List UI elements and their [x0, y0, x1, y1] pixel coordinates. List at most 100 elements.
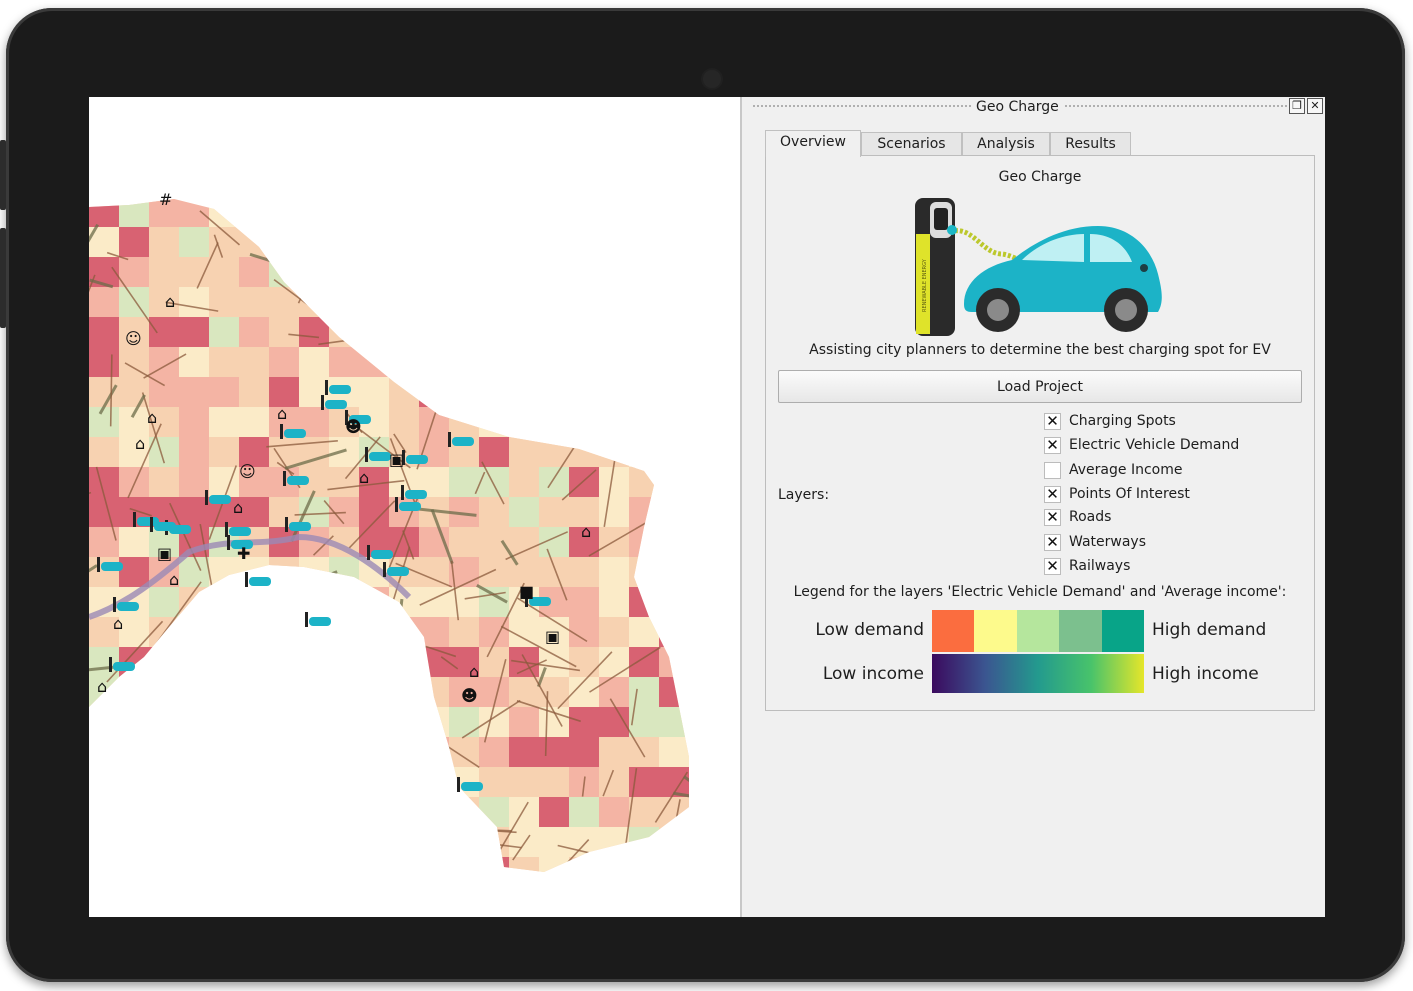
poi-icon[interactable]: ⌂: [233, 498, 243, 517]
demand-cell: [509, 257, 539, 287]
poi-icon[interactable]: ⌂: [277, 404, 287, 423]
demand-cell: [509, 617, 539, 647]
poi-icon[interactable]: ⌂: [469, 662, 479, 681]
road: [531, 199, 536, 221]
demand-cell: [449, 707, 479, 737]
tab-analysis[interactable]: Analysis: [962, 132, 1050, 156]
demand-cell: [479, 227, 509, 257]
poi-icon[interactable]: ▣: [157, 544, 172, 563]
poi-icon[interactable]: ☺: [239, 462, 256, 481]
demand-cell: [119, 827, 149, 857]
layer-toggle-roads[interactable]: ✕ Roads: [1044, 507, 1111, 527]
poi-icon[interactable]: ⌂: [359, 468, 369, 487]
load-project-button[interactable]: Load Project: [778, 370, 1302, 403]
road: [532, 337, 547, 366]
poi-icon[interactable]: ⌂: [97, 677, 107, 696]
layer-checkbox[interactable]: ✕: [1044, 412, 1061, 430]
road: [261, 849, 300, 872]
poi-icon[interactable]: ⌂: [113, 614, 123, 633]
demand-cell: [359, 377, 389, 407]
tab-scenarios[interactable]: Scenarios: [861, 132, 962, 156]
undock-icon[interactable]: ❐: [1289, 98, 1305, 114]
demand-cell: [239, 677, 269, 707]
city-map[interactable]: #⌂☺⌂ ⌂☻⌂☺ ⌂▣⌂▣⌂✚⌂■▣⌂☻⌂⌂: [89, 97, 740, 917]
charging-spot-icon[interactable]: [245, 572, 271, 587]
demand-cell: [629, 737, 659, 767]
demand-cell: [659, 257, 689, 287]
demand-cell: [629, 587, 659, 617]
demand-cell: [389, 257, 419, 287]
demand-cell: [389, 707, 419, 737]
layer-toggle-railways[interactable]: ✕ Railways: [1044, 556, 1130, 576]
titlebar-grip: [1064, 104, 1288, 108]
demand-cell: [209, 587, 239, 617]
layer-toggle-points-of-interest[interactable]: ✕ Points Of Interest: [1044, 484, 1190, 504]
close-icon[interactable]: ✕: [1307, 98, 1323, 114]
map-canvas[interactable]: # ⌂ ☺ ⌂ ⌂ ☻ ⌂ ☺ ⌂ ▣ ⌂ ▣ ⌂ ✚ ⌂ ■ ▣ ⌂ ☻ ⌂ ⌂: [89, 97, 740, 917]
layer-checkbox[interactable]: ✕: [1044, 508, 1061, 526]
poi-icon[interactable]: ☺: [125, 329, 142, 348]
demand-cell: [629, 227, 659, 257]
demand-cell: [449, 797, 479, 827]
demand-cell: [89, 557, 119, 587]
poi-icon[interactable]: ☻: [345, 417, 362, 436]
demand-cell: [509, 377, 539, 407]
demand-cell: [569, 737, 599, 767]
layer-checkbox[interactable]: ✕: [1044, 533, 1061, 551]
demand-cell: [689, 437, 719, 467]
layer-checkbox[interactable]: [1044, 461, 1061, 479]
tab-overview[interactable]: Overview: [765, 130, 861, 157]
layers-label: Layers:: [778, 487, 830, 503]
layer-toggle-average-income[interactable]: Average Income: [1044, 460, 1182, 480]
road: [407, 282, 474, 303]
demand-cell: [239, 199, 269, 227]
demand-cell: [629, 527, 659, 557]
demand-cell: [359, 797, 389, 827]
demand-cell: [359, 707, 389, 737]
demand-cell: [89, 797, 119, 827]
poi-icon[interactable]: ⌂: [135, 434, 145, 453]
demand-cell: [389, 617, 419, 647]
layer-checkbox[interactable]: ✕: [1044, 436, 1061, 454]
charging-plug: [947, 225, 957, 235]
panel-titlebar[interactable]: Geo Charge ❐ ✕: [742, 97, 1325, 119]
demand-cell: [419, 857, 449, 872]
demand-cell: [359, 767, 389, 797]
layer-label: Electric Vehicle Demand: [1069, 437, 1240, 453]
demand-cell: [119, 677, 149, 707]
poi-icon[interactable]: ▣: [545, 627, 560, 646]
poi-icon[interactable]: #: [159, 190, 172, 209]
tab-results[interactable]: Results: [1050, 132, 1131, 156]
poi-icon[interactable]: ⌂: [147, 408, 157, 427]
road: [588, 232, 601, 292]
poi-icon[interactable]: ⌂: [165, 292, 175, 311]
poi-icon[interactable]: ⌂: [581, 522, 591, 541]
road: [536, 221, 608, 263]
demand-cell: [509, 797, 539, 827]
demand-cell: [419, 767, 449, 797]
layer-toggle-waterways[interactable]: ✕ Waterways: [1044, 532, 1146, 552]
demand-cell: [479, 437, 509, 467]
layer-toggle-charging-spots[interactable]: ✕ Charging Spots: [1044, 411, 1176, 431]
demand-cell: [149, 677, 179, 707]
poi-icon[interactable]: ▣: [389, 450, 404, 469]
road: [304, 273, 337, 294]
poi-icon[interactable]: ■: [519, 582, 534, 601]
demand-cell: [119, 199, 149, 227]
layer-toggle-electric-vehicle-demand[interactable]: ✕ Electric Vehicle Demand: [1044, 435, 1239, 455]
demand-cell: [239, 797, 269, 827]
panel-window-title: Geo Charge: [976, 99, 1059, 115]
layer-checkbox[interactable]: ✕: [1044, 557, 1061, 575]
demand-cell: [179, 467, 209, 497]
charging-spot-icon[interactable]: [305, 612, 331, 627]
demand-cell: [629, 827, 659, 857]
demand-cell: [299, 557, 329, 587]
demand-cell: [509, 527, 539, 557]
demand-cell: [659, 407, 689, 437]
poi-icon[interactable]: ☻: [461, 686, 478, 705]
layer-checkbox[interactable]: ✕: [1044, 485, 1061, 503]
poi-icon[interactable]: ⌂: [169, 570, 179, 589]
demand-cell: [419, 257, 449, 287]
poi-icon[interactable]: ✚: [237, 544, 250, 563]
demand-cell: [269, 647, 299, 677]
